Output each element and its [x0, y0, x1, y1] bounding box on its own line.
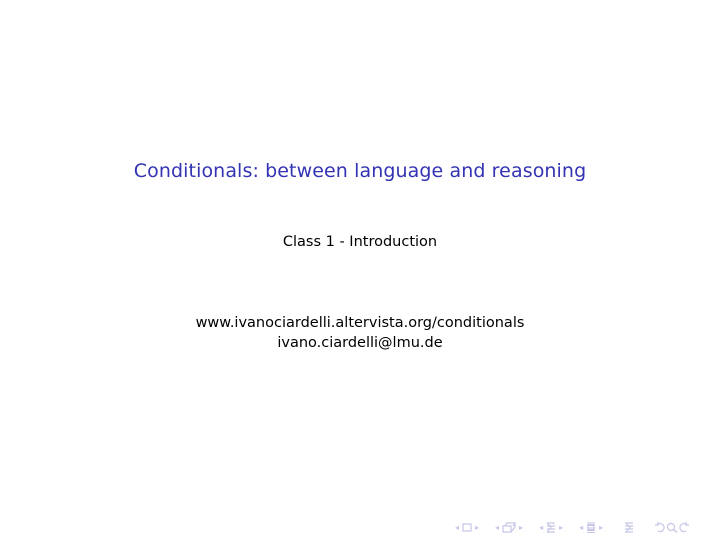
arrow-left-icon[interactable]: ◂: [495, 523, 499, 532]
subsection-nav[interactable]: ◂ ▸: [492, 521, 526, 533]
beamer-navigation-bar: ◂ ▸ ◂ ▸ ◂ ▸ ◂ ▸: [452, 520, 700, 534]
search-icon[interactable]: [666, 522, 678, 533]
subsection-icon[interactable]: [502, 521, 517, 533]
arrow-left-icon[interactable]: ◂: [539, 523, 543, 532]
subsubsection-icon[interactable]: [586, 521, 596, 533]
section-icon[interactable]: [546, 521, 556, 533]
author-email: ivano.ciardelli@lmu.de: [277, 335, 443, 351]
arrow-left-icon[interactable]: ◂: [455, 523, 459, 532]
frame-nav[interactable]: ◂ ▸: [452, 523, 482, 532]
arrow-right-icon[interactable]: ▸: [475, 523, 479, 532]
arrow-left-icon[interactable]: ◂: [579, 523, 583, 532]
subsubsection-nav[interactable]: ◂ ▸: [576, 521, 606, 533]
redo-icon[interactable]: [678, 521, 690, 533]
slide-title: Conditionals: between language and reaso…: [133, 160, 587, 182]
arrow-right-icon[interactable]: ▸: [559, 523, 563, 532]
search-undo-redo[interactable]: [654, 521, 690, 533]
slide-subtitle: Class 1 - Introduction: [282, 234, 438, 250]
frame-icon[interactable]: [462, 522, 472, 532]
course-url: www.ivanociardelli.altervista.org/condit…: [195, 315, 525, 331]
undo-icon[interactable]: [654, 521, 666, 533]
arrow-right-icon[interactable]: ▸: [599, 523, 603, 532]
toc-nav[interactable]: [624, 521, 634, 533]
section-nav[interactable]: ◂ ▸: [536, 521, 566, 533]
arrow-right-icon[interactable]: ▸: [519, 523, 523, 532]
toc-icon[interactable]: [624, 521, 634, 533]
